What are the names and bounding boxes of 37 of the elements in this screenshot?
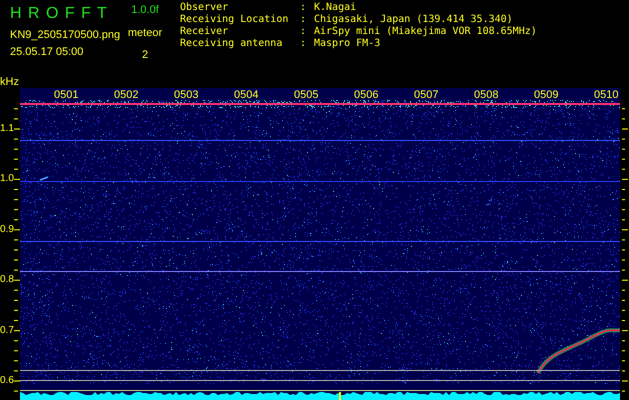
info-value: AirSpy mini (Miakejima VOR 108.65MHz) [314, 26, 537, 38]
app-title: H R O F F T [10, 4, 108, 24]
axis-tick-label: 0.8 [0, 273, 15, 288]
time-label: 0502 [114, 88, 138, 102]
axis-tick-label: 0.6 [0, 374, 15, 388]
info-label: Receiving antenna [180, 38, 284, 50]
detection-label: meteor [128, 27, 162, 39]
time-label: 0505 [294, 88, 318, 102]
info-label: Receiving Location [180, 14, 290, 26]
axis-tick-label: 1.0 [0, 172, 15, 186]
separator: : [300, 38, 308, 50]
info-label: Receiver [180, 26, 230, 38]
separator: : [300, 2, 308, 14]
axis-tick-label: 0.9 [0, 222, 15, 237]
time-label: 0506 [354, 88, 378, 102]
detection-count: 2 [142, 49, 148, 61]
time-label: 0508 [474, 88, 498, 102]
info-value: K.Nagai [314, 2, 356, 14]
version-label: 1.0.0f [131, 3, 159, 17]
info-label: Observer [180, 2, 230, 14]
time-label: 0503 [174, 88, 198, 102]
time-label: 0507 [414, 88, 438, 102]
axis-tick-label: 1.1 [0, 122, 15, 136]
time-label: 0504 [234, 88, 258, 102]
detection-marker [339, 392, 341, 400]
file-name: KN9_2505170500.png [10, 29, 120, 41]
time-label: 0501 [54, 88, 78, 102]
axis-tick-label: 0.7 [0, 324, 15, 338]
separator: : [300, 14, 308, 26]
time-label: 0510 [594, 88, 618, 102]
axis-unit-label: kHz [0, 76, 20, 88]
time-label: 0509 [534, 88, 558, 102]
separator: : [300, 26, 308, 38]
info-value: Chigasaki, Japan (139.414 35.340) [314, 14, 513, 26]
echo-streak [40, 176, 48, 181]
info-value: Maspro FM-3 [314, 38, 380, 50]
date-time: 25.05.17 05:00 [10, 46, 84, 58]
